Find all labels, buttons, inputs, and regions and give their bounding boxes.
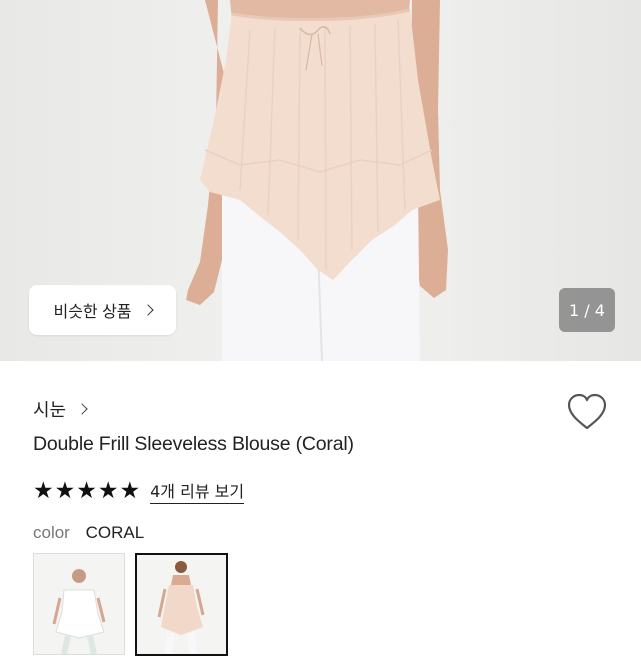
star-icon: ★ [76,478,97,504]
star-icon: ★ [54,478,76,504]
heart-icon[interactable] [566,393,608,431]
rating-row: ★ ★ ★ ★ ★ 4개 리뷰 보기 [33,478,245,504]
color-value: CORAL [85,523,145,542]
color-label: color [33,523,70,542]
product-image[interactable]: 비슷한 상품 1 / 4 [0,0,641,361]
brand-link[interactable]: 시눈 [33,396,88,422]
star-icon: ★ [97,478,119,504]
rating-stars: ★ ★ ★ ★ ★ [33,478,141,504]
color-option-white[interactable] [33,553,125,655]
reviews-link[interactable]: 4개 리뷰 보기 [150,478,245,504]
thumbnail-image [137,555,226,654]
color-selection: color CORAL [33,523,144,543]
thumbnail-image [34,554,124,654]
chevron-right-icon [76,403,88,415]
similar-products-label: 비슷한 상품 [53,304,132,321]
similar-products-button[interactable]: 비슷한 상품 [29,285,176,335]
product-title: Double Frill Sleeveless Blouse (Coral) [33,433,354,455]
chevron-right-icon [141,304,154,316]
image-counter: 1 / 4 [559,288,615,332]
star-icon: ★ [119,478,141,504]
star-icon: ★ [33,478,54,504]
brand-name: 시눈 [33,400,67,421]
